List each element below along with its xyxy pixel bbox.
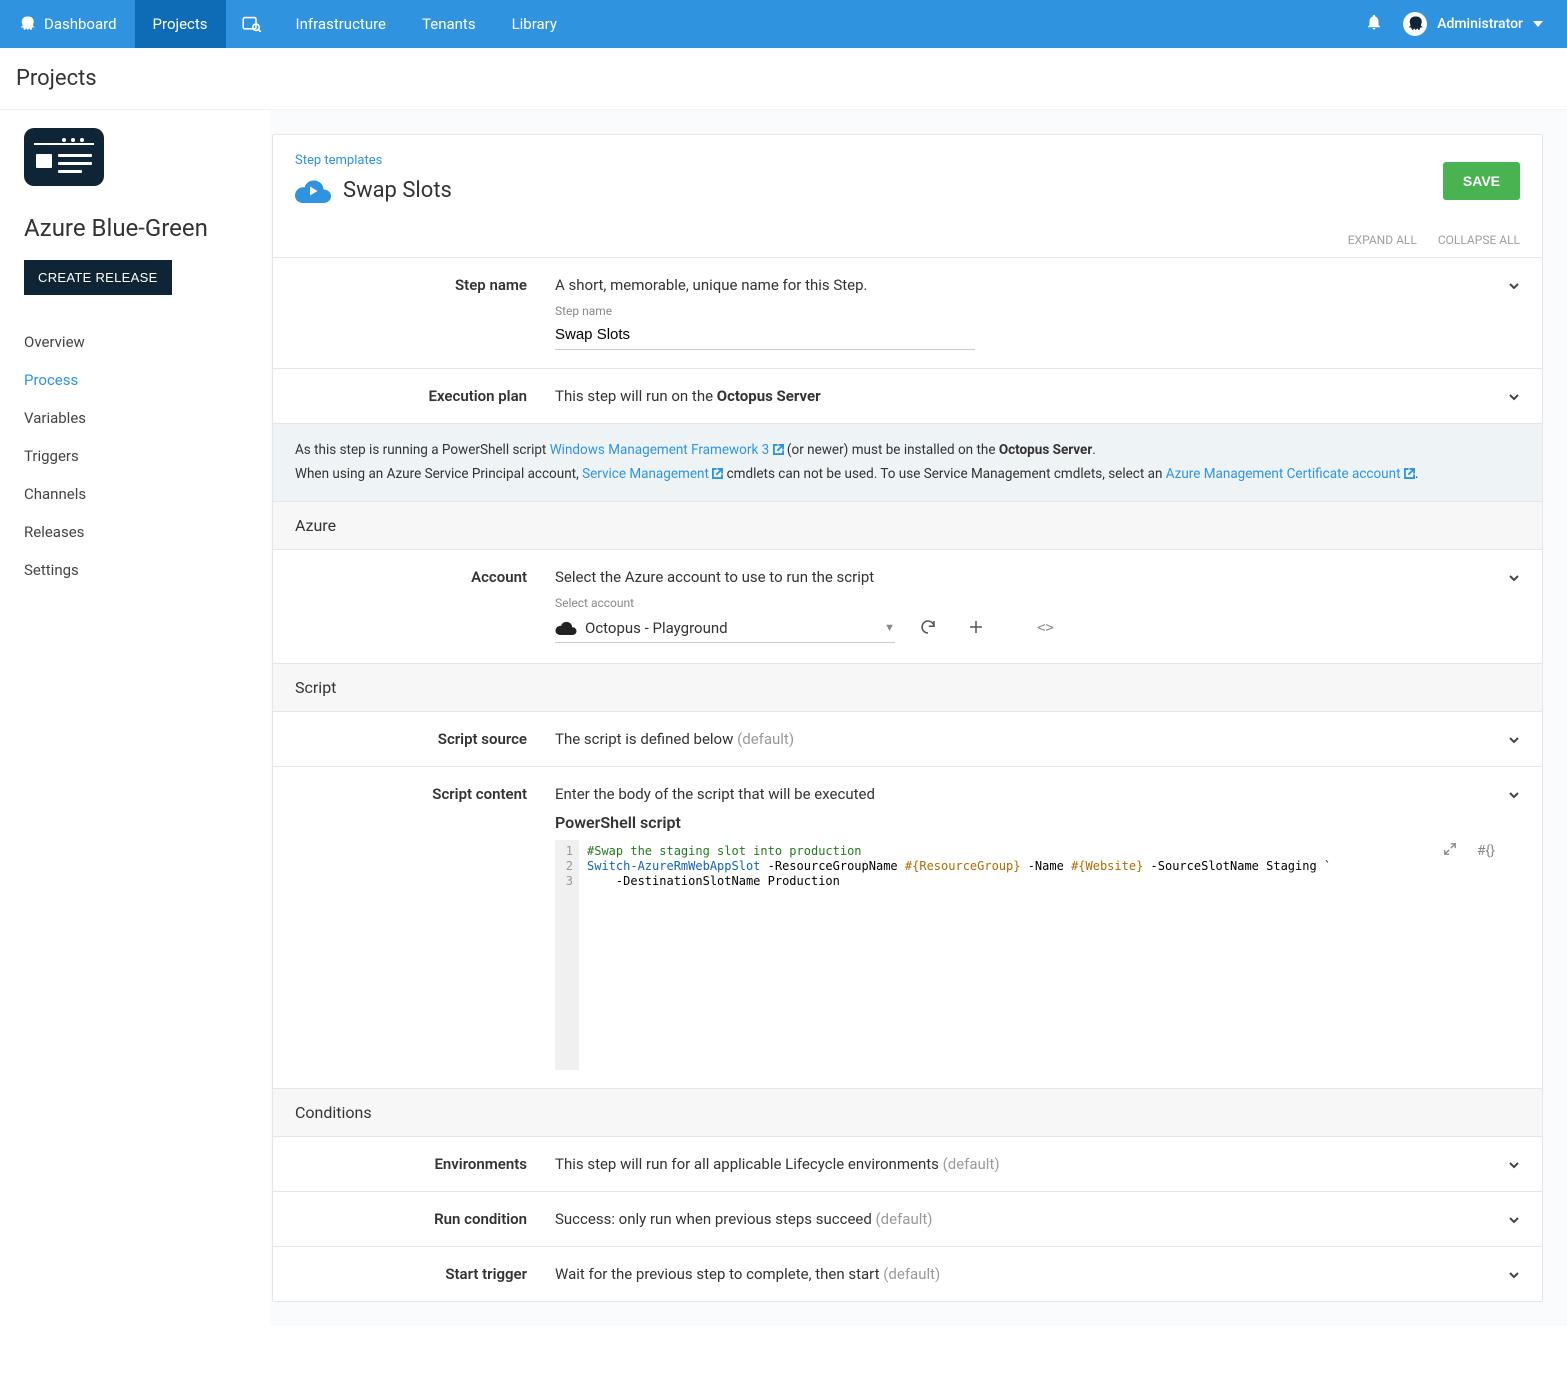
- step-name-label: Step name: [295, 276, 555, 350]
- octopus-logo-icon: [18, 15, 36, 33]
- azure-section-header: Azure: [273, 501, 1542, 549]
- editor-gutter: 1 2 3: [555, 840, 579, 1070]
- link-azure-cert[interactable]: Azure Management Certificate account: [1166, 466, 1415, 482]
- nav-search-icon[interactable]: [226, 0, 278, 48]
- script-editor[interactable]: 1 2 3 #Swap the staging slot into produc…: [555, 840, 1395, 1070]
- info-box: As this step is running a PowerShell scr…: [273, 423, 1542, 501]
- sidebar-item-channels[interactable]: Channels: [24, 475, 246, 513]
- sidebar-item-overview[interactable]: Overview: [24, 323, 246, 361]
- nav-tenants[interactable]: Tenants: [404, 0, 494, 48]
- nav-library[interactable]: Library: [494, 0, 575, 48]
- caret-down-icon: [1533, 21, 1543, 27]
- account-label: Account: [295, 568, 555, 645]
- script-content-desc: Enter the body of the script that will b…: [555, 785, 1520, 803]
- chevron-down-icon[interactable]: [1508, 789, 1520, 801]
- sidebar-item-variables[interactable]: Variables: [24, 399, 246, 437]
- refresh-icon: [919, 618, 937, 636]
- create-release-button[interactable]: CREATE RELEASE: [24, 260, 172, 295]
- account-desc: Select the Azure account to use to run t…: [555, 568, 1520, 586]
- script-source-label: Script source: [295, 730, 555, 748]
- top-nav: Dashboard Projects Infrastructure Tenant…: [0, 0, 1567, 48]
- plus-icon: [967, 618, 985, 636]
- step-name-desc: A short, memorable, unique name for this…: [555, 276, 1520, 294]
- link-wmf3[interactable]: Windows Management Framework 3: [550, 442, 784, 458]
- add-button[interactable]: [961, 612, 991, 645]
- cloud-icon: [295, 179, 331, 203]
- start-trigger-label: Start trigger: [295, 1265, 555, 1283]
- sidebar-item-triggers[interactable]: Triggers: [24, 437, 246, 475]
- run-condition-label: Run condition: [295, 1210, 555, 1228]
- run-condition-text: Success: only run when previous steps su…: [555, 1210, 1520, 1228]
- editor-code[interactable]: #Swap the staging slot into production S…: [579, 840, 1339, 1070]
- chevron-down-icon[interactable]: [1508, 734, 1520, 746]
- cloud-icon: [555, 621, 577, 635]
- collapse-all-button[interactable]: COLLAPSE ALL: [1438, 233, 1520, 247]
- page-title: Projects: [0, 48, 1567, 110]
- refresh-button[interactable]: [913, 612, 943, 645]
- nav-dashboard[interactable]: Dashboard: [0, 0, 135, 48]
- avatar-icon: [1403, 12, 1427, 36]
- external-link-icon: [1404, 468, 1415, 479]
- environments-text: This step will run for all applicable Li…: [555, 1155, 1520, 1173]
- external-link-icon: [712, 468, 723, 479]
- project-icon: [24, 128, 104, 186]
- chevron-down-icon[interactable]: [1508, 1159, 1520, 1171]
- conditions-section-header: Conditions: [273, 1088, 1542, 1136]
- notifications-icon[interactable]: [1365, 13, 1383, 35]
- chevron-down-icon[interactable]: [1508, 572, 1520, 584]
- sidebar-item-releases[interactable]: Releases: [24, 513, 246, 551]
- chevron-down-icon[interactable]: [1508, 280, 1520, 292]
- account-select-label: Select account: [555, 596, 1520, 610]
- sidebar-item-process[interactable]: Process: [24, 361, 246, 399]
- insert-variable-icon[interactable]: #{}: [1477, 843, 1495, 859]
- script-content-label: Script content: [295, 785, 555, 1070]
- step-name-input[interactable]: [555, 320, 975, 350]
- script-source-text: The script is defined below (default): [555, 730, 1520, 748]
- account-select[interactable]: Octopus - Playground ▼: [555, 614, 895, 643]
- caret-down-icon: ▼: [884, 621, 895, 634]
- sidebar-item-settings[interactable]: Settings: [24, 551, 246, 589]
- external-link-icon: [773, 444, 784, 455]
- nav-projects[interactable]: Projects: [135, 0, 226, 48]
- save-button[interactable]: SAVE: [1443, 162, 1520, 200]
- execution-plan-text: This step will run on the Octopus Server: [555, 387, 1520, 405]
- step-title: Swap Slots: [343, 178, 452, 203]
- execution-plan-label: Execution plan: [295, 387, 555, 405]
- start-trigger-text: Wait for the previous step to complete, …: [555, 1265, 1520, 1283]
- chevron-down-icon[interactable]: [1508, 1269, 1520, 1281]
- expand-all-button[interactable]: EXPAND ALL: [1348, 233, 1417, 247]
- script-section-header: Script: [273, 663, 1542, 711]
- sidebar: Azure Blue-Green CREATE RELEASE Overview…: [0, 110, 270, 1326]
- breadcrumb-step-templates[interactable]: Step templates: [295, 153, 1520, 168]
- link-service-mgmt[interactable]: Service Management: [582, 466, 723, 482]
- chevron-down-icon[interactable]: [1508, 391, 1520, 403]
- powershell-heading: PowerShell script: [555, 813, 1520, 832]
- environments-label: Environments: [295, 1155, 555, 1173]
- chevron-down-icon[interactable]: [1508, 1214, 1520, 1226]
- user-menu[interactable]: Administrator: [1403, 12, 1543, 36]
- step-name-input-label: Step name: [555, 304, 1520, 318]
- nav-infrastructure[interactable]: Infrastructure: [278, 0, 404, 48]
- project-name: Azure Blue-Green: [24, 214, 246, 242]
- bind-variable-icon[interactable]: <>: [1037, 620, 1054, 636]
- expand-editor-icon[interactable]: [1443, 842, 1457, 860]
